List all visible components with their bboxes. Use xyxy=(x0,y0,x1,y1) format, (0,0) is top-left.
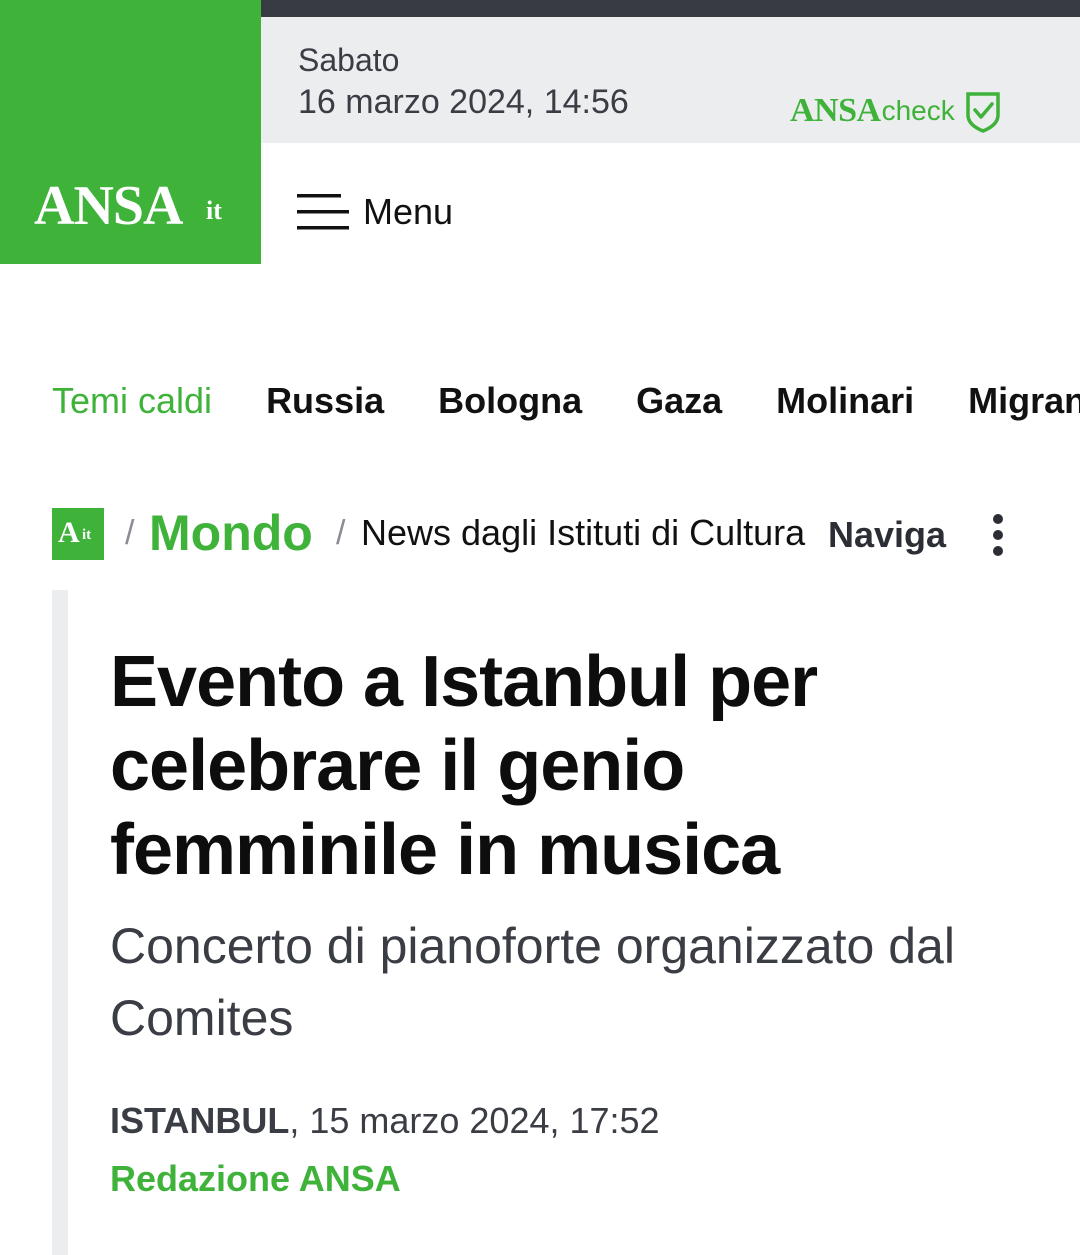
article-subheadline: Concerto di pianoforte organizzato dal C… xyxy=(110,918,955,1046)
topic-link[interactable]: Molinari xyxy=(776,380,914,422)
article-side-rule xyxy=(52,590,68,1255)
navigate-button[interactable]: Naviga xyxy=(828,514,946,556)
hamburger-icon xyxy=(297,194,349,230)
breadcrumb-logo-suffix: it xyxy=(82,527,92,543)
menu-button[interactable]: Menu xyxy=(297,190,453,234)
menu-label: Menu xyxy=(363,191,454,232)
logo-text: ANSA xyxy=(34,175,183,237)
topic-link[interactable]: Gaza xyxy=(636,380,722,422)
ansa-check-link[interactable]: ANSA check xyxy=(790,89,1001,133)
dateline-city: ISTANBUL xyxy=(110,1100,290,1141)
article-byline[interactable]: Redazione ANSA xyxy=(110,1158,401,1200)
breadcrumb-separator: / xyxy=(125,514,135,552)
date-bar: Sabato 16 marzo 2024, 14:56 ANSA check xyxy=(261,0,1080,143)
ansa-logo[interactable]: ANSA it xyxy=(0,0,261,264)
hot-topics-label: Temi caldi xyxy=(52,380,213,421)
current-datetime: 16 marzo 2024, 14:56 xyxy=(298,83,629,121)
topic-link[interactable]: Migranti xyxy=(968,380,1080,422)
ansa-check-brand: ANSA xyxy=(790,92,881,129)
breadcrumb-section[interactable]: Mondo xyxy=(149,504,313,562)
ansa-check-word: check xyxy=(881,95,955,126)
topic-link[interactable]: Russia xyxy=(266,380,384,422)
dateline-date: , 15 marzo 2024, 17:52 xyxy=(289,1100,660,1141)
article-headline: Evento a Istanbul per celebrare il genio… xyxy=(110,642,818,890)
topic-link[interactable]: Bologna xyxy=(438,380,582,422)
logo-suffix: it xyxy=(206,196,222,225)
breadcrumb-home-logo[interactable]: A it xyxy=(52,508,104,560)
more-options-icon[interactable] xyxy=(988,513,1008,557)
hot-topics-bar: Temi caldi Russia Bologna Gaza Molinari … xyxy=(52,378,1080,424)
article-dateline: ISTANBUL, 15 marzo 2024, 17:52 xyxy=(110,1100,660,1142)
breadcrumb-separator: / xyxy=(336,514,346,552)
breadcrumb-logo-letter: A xyxy=(58,516,80,549)
breadcrumb-subsection[interactable]: News dagli Istituti di Cultura xyxy=(361,512,807,554)
current-day: Sabato xyxy=(298,42,400,78)
shield-check-icon xyxy=(965,92,1000,133)
